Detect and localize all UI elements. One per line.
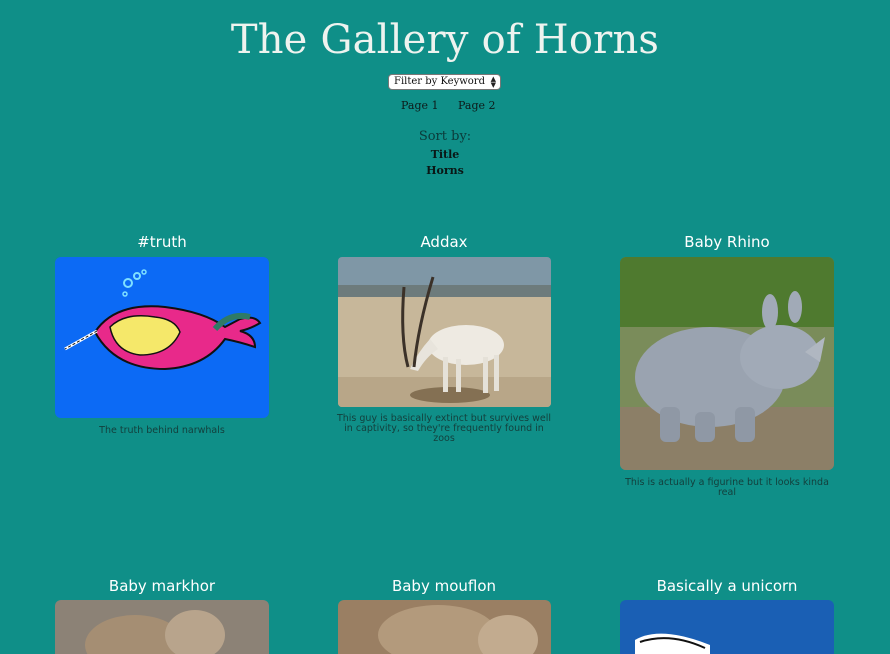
- card-description: This guy is basically extinct but surviv…: [336, 413, 552, 444]
- card-description: This is actually a figurine but it looks…: [625, 477, 829, 498]
- addax-photo[interactable]: [338, 257, 551, 407]
- card-description: The truth behind narwhals: [99, 425, 225, 436]
- rhino-figurine-photo[interactable]: [620, 257, 834, 470]
- page-title: The Gallery of Horns: [230, 17, 660, 63]
- markhor-photo[interactable]: [55, 600, 269, 654]
- card-title: Baby markhor: [108, 577, 216, 595]
- filter-select-label: Filter by Keyword: [394, 76, 485, 87]
- card-title: Baby Rhino: [684, 233, 770, 251]
- sort-by-horns-option[interactable]: Horns: [0, 164, 890, 177]
- card-title: Addax: [420, 233, 468, 251]
- card-title: Baby mouflon: [391, 577, 497, 595]
- card-title: Basically a unicorn: [656, 577, 798, 595]
- narwhal-illustration-icon[interactable]: [55, 257, 269, 418]
- page-1-link[interactable]: Page 1: [401, 99, 439, 112]
- sort-label: Sort by:: [418, 129, 472, 144]
- unicorn-illustration[interactable]: [620, 600, 834, 654]
- keyword-filter-select[interactable]: Filter by Keyword ▲ ▼: [388, 74, 501, 90]
- page-2-link[interactable]: Page 2: [458, 99, 496, 112]
- card-title: #truth: [137, 233, 187, 251]
- mouflon-photo[interactable]: [338, 600, 551, 654]
- select-arrows-icon: ▲ ▼: [490, 75, 496, 89]
- sort-by-title-option[interactable]: Title: [0, 148, 890, 161]
